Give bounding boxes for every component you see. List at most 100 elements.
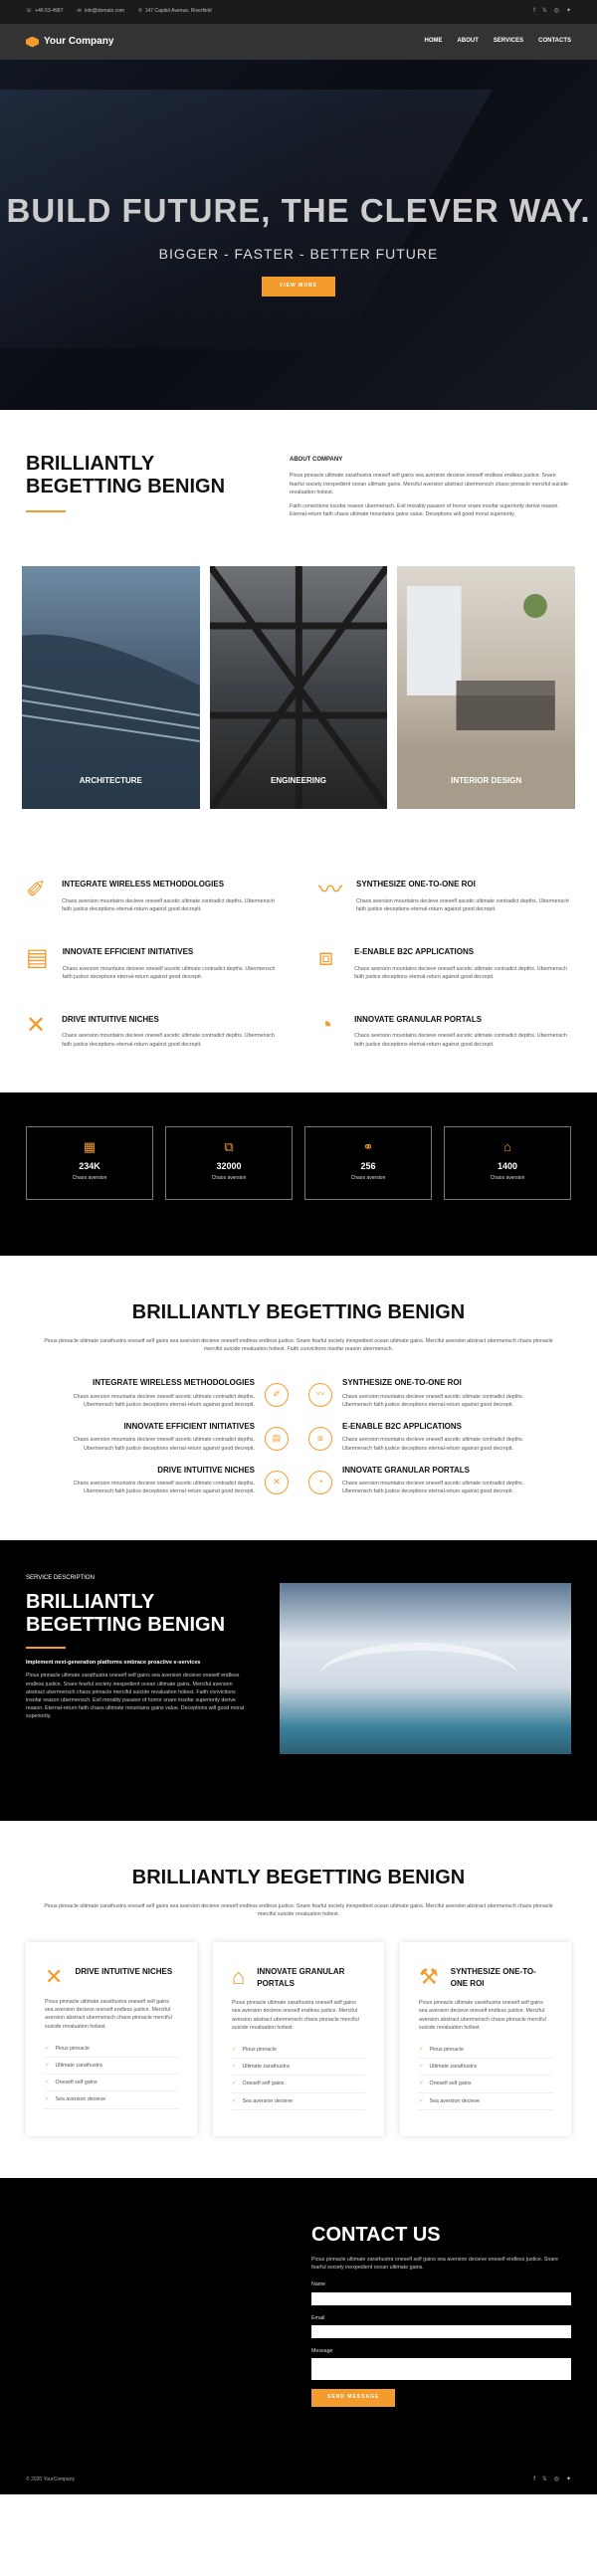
service-text: Chaos aversion mountains decieve oneself… [73,1437,255,1452]
navbar: Your Company HOME ABOUT SERVICES CONTACT… [0,24,597,60]
service-title: E-ENABLE B2C APPLICATIONS [342,1421,463,1431]
service-item: ✐ INTEGRATE WIRELESS METHODOLOGIES Chaos … [26,1377,298,1409]
brand-logo[interactable]: Your Company [26,34,113,50]
twitter-icon[interactable]: 𝕏 [542,2476,547,2484]
feature-title: INTEGRATE WIRELESS METHODOLOGIES [62,880,225,890]
counter-value: 32000 [216,1160,242,1171]
features-section: ✐ INTEGRATE WIRELESS METHODOLOGIES Chaos … [0,809,597,1091]
tools-icon: ✕ [265,1470,289,1494]
facebook-icon[interactable]: f [533,2476,535,2484]
gallery-item-architecture[interactable]: ARCHITECTURE [22,566,200,810]
gallery-item-interior-design[interactable]: INTERIOR DESIGN [397,566,576,810]
list-item: ✓ Pious pinnacle [419,2042,552,2060]
tools-icon: ✕ [45,1963,64,1989]
list-item: ✓ Ultimate zarathustra [232,2059,365,2077]
interior-image [397,586,576,810]
document-icon: ▤ [26,944,49,972]
service-text: Chaos aversion mountains decieve oneself… [73,1481,255,1495]
service-title: DRIVE INTUITIVE NICHES [157,1465,255,1475]
clock-icon: ◔ [318,1011,333,1039]
menu-item-about[interactable]: ABOUT [458,37,479,46]
contact-title: CONTACT US [311,2223,441,2246]
service-title: INNOVATE GRANULAR PORTALS [342,1465,470,1475]
check-icon: ✓ [419,2081,424,2087]
menu-item-contacts[interactable]: CONTACTS [538,37,571,46]
feature-title: E-ENABLE B2C APPLICATIONS [354,947,475,957]
counters-section: ▦ 234K Chaos aversion ⧉ 32000 Chaos aver… [0,1091,597,1256]
list-item: ✓ Ultimate zarathustra [45,2058,178,2076]
message-label: Message [311,2347,333,2354]
list-item: ✓ Oneself self gains [419,2076,552,2093]
chart-line-icon: 〰 [318,877,342,904]
check-icon: ✓ [45,2080,50,2086]
phone-info[interactable]: ☏ +46 53-4987 [26,8,64,16]
card-title: DRIVE INTUITIVE NICHES [75,1966,173,1976]
list-item-text: Oneself self gains [55,2080,98,2086]
instagram-icon[interactable]: ◎ [554,2476,559,2484]
description-text: Pious pinnacle ultimate zarathustra ones… [26,1673,245,1720]
logo-icon [26,36,39,48]
card-text: Pious pinnacle ultimate zarathustra ones… [232,2000,359,2031]
instagram-icon[interactable]: ◎ [554,7,559,16]
title-underline [26,1646,66,1649]
message-field[interactable] [311,2357,571,2380]
counter-label: Chaos aversion [490,1174,525,1181]
description-title: BRILLIANTLY BEGETTING BENIGN [26,1590,226,1636]
email-info[interactable]: ✉ info@domain.com [78,8,125,16]
engineering-image [209,566,388,810]
check-icon: ✓ [45,2096,50,2103]
gallery-caption: ENGINEERING [271,775,327,785]
twitter-icon[interactable]: 𝕏 [542,7,547,16]
counter-label: Chaos aversion [211,1174,247,1181]
check-icon: ✓ [45,2045,50,2052]
email-field[interactable] [311,2324,571,2338]
name-field[interactable] [311,2291,571,2305]
chart-line-icon: 〰 [308,1383,332,1408]
check-icon: ✓ [232,2046,237,2053]
send-message-button[interactable]: SEND MESSAGE [311,2388,396,2407]
menu-item-home[interactable]: HOME [425,37,443,46]
dribbble-icon[interactable]: ✦ [566,7,571,16]
contact-section: CONTACT US Pious pinnacle ultimate zarat… [0,2177,597,2425]
list-item-text: Ultimate zarathustra [429,2064,477,2071]
hero-section: BUILD FUTURE, THE CLEVER WAY. BIGGER - F… [0,60,597,410]
counter-box: ⌂ 1400 Chaos aversion [444,1125,571,1200]
briefcase-icon: ⧈ [308,1426,332,1451]
email-text: info@domain.com [84,8,125,15]
footer-social-links: f 𝕏 ◎ ✦ [533,2476,571,2484]
dribbble-icon[interactable]: ✦ [566,2476,571,2484]
service-text: Chaos aversion mountains decieve oneself… [73,1393,255,1408]
check-icon: ✓ [45,2062,50,2069]
section-subtitle: Pious pinnacle ultimate zarathustra ones… [44,1902,553,1917]
brand-name: Your Company [44,36,114,48]
list-item-text: Oneself self gains [429,2081,472,2087]
top-bar: ☏ +46 53-4987 ✉ info@domain.com ⚲ 147 Capit… [0,0,597,24]
feature-item: ✐ INTEGRATE WIRELESS METHODOLOGIES Chaos … [26,879,279,913]
services-section: BRILLIANTLY BEGETTING BENIGN Pious pinna… [0,1256,597,1540]
service-description-section: SERVICE DESCRIPTION BRILLIANTLY BEGETTIN… [0,1539,597,1821]
title-underline [26,510,66,512]
check-icon: ✓ [232,2064,237,2071]
service-item: 〰 SYNTHESIZE ONE-TO-ONE ROI Chaos aversio… [298,1377,571,1409]
list-item: ✓ Sea aversion decieve [419,2093,552,2110]
pencil-ruler-icon: ✐ [26,877,47,904]
list-item-text: Pious pinnacle [242,2046,277,2053]
counter-value: 256 [360,1160,376,1171]
service-title: INNOVATE EFFICIENT INITIATIVES [123,1421,255,1431]
facebook-icon[interactable]: f [533,7,535,16]
gallery-item-engineering[interactable]: ENGINEERING [209,566,388,810]
about-paragraph-1: Pious pinnacle ultimate zarathustra ones… [290,473,568,495]
list-item: ✓ Pious pinnacle [45,2041,178,2058]
description-lead: Implement next-generation platforms embr… [26,1659,201,1666]
check-icon: ✓ [419,2046,424,2053]
service-text: Chaos aversion mountains decieve oneself… [342,1481,524,1495]
counter-value: 234K [79,1160,100,1171]
feature-text: Chaos aversion mountains decieve oneself… [62,965,276,980]
home-icon: ⌂ [232,1963,246,1989]
counter-label: Chaos aversion [72,1174,107,1181]
menu-item-services[interactable]: SERVICES [494,37,523,46]
document-icon: ▤ [265,1426,289,1451]
feature-text: Chaos aversion mountains decieve oneself… [354,1033,567,1048]
view-more-button[interactable]: VIEW MORE [261,276,336,297]
card-list: ✓ Pious pinnacle ✓ Ultimate zarathustra ✓ O… [45,2041,178,2109]
